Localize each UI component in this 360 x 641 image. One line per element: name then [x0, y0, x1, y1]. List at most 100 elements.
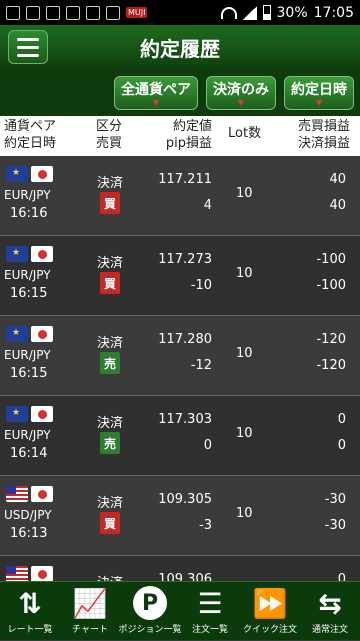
history-list[interactable]: EUR/JPY 16:16 決済 117.211 4 10 40 40 買 EUR/JPY 16:1… — [0, 156, 360, 581]
us-flag-icon — [6, 566, 28, 581]
trade-profit-loss: 0 — [337, 572, 346, 581]
jp-flag-icon — [31, 406, 53, 422]
currency-pair-filter[interactable]: 全通貨ペア ▼ — [114, 76, 198, 110]
currency-pair: EUR/JPY — [4, 268, 51, 282]
pip-profit-loss: 4 — [203, 198, 212, 213]
execution-time: 16:15 — [10, 286, 48, 301]
execution-price: 117.273 — [158, 252, 212, 267]
trade-profit-loss: 40 — [329, 172, 346, 187]
table-row[interactable]: USD/JPY 16:13 決済 109.305 -3 10 -30 -30 買 — [0, 476, 360, 556]
header-pips: pip損益 — [165, 136, 212, 151]
table-row[interactable]: 決済 109.306 0 — [0, 556, 360, 581]
execution-price: 117.303 — [158, 412, 212, 427]
quick-order-icon: ⏩ — [252, 586, 288, 620]
jp-flag-icon — [31, 166, 53, 182]
eu-flag-icon — [6, 406, 28, 422]
buy-sell-badge: 買 — [100, 192, 120, 214]
battery-icon — [262, 5, 271, 20]
tab-quick-order[interactable]: ⏩ クイック注文 — [241, 582, 299, 641]
currency-flags — [6, 326, 53, 342]
lot-count: 10 — [236, 346, 253, 361]
menu-button[interactable] — [8, 30, 48, 64]
header-price: 約定値 — [172, 119, 212, 134]
table-row[interactable]: EUR/JPY 16:16 決済 117.211 4 10 40 40 買 — [0, 156, 360, 236]
currency-flags — [6, 406, 53, 422]
table-row[interactable]: EUR/JPY 16:15 決済 117.273 -10 10 -100 -100 買 — [0, 236, 360, 316]
currency-flags — [6, 486, 53, 502]
tab-position[interactable]: P ポジション一覧 — [119, 582, 182, 641]
table-row[interactable]: EUR/JPY 16:14 決済 117.303 0 10 0 0 売 — [0, 396, 360, 476]
rate-list-icon: ⇅ — [18, 586, 42, 620]
eu-flag-icon — [6, 326, 28, 342]
pip-profit-loss: -12 — [190, 358, 212, 373]
pip-profit-loss: 0 — [203, 438, 212, 453]
execution-price: 117.211 — [158, 172, 212, 187]
muji-badge: MUJI — [126, 7, 148, 18]
order-list-icon: ☰ — [197, 586, 223, 620]
filter-bar: 全通貨ペア ▼ 決済のみ ▼ 約定日時 ▼ — [0, 70, 360, 116]
signal-icon — [242, 5, 257, 20]
sync-icon — [106, 5, 120, 20]
execution-time: 16:14 — [10, 446, 48, 461]
us-flag-icon — [6, 486, 28, 502]
wifi-icon — [220, 6, 237, 19]
mail-icon-2 — [86, 5, 100, 20]
dropdown-arrow-icon: ▼ — [237, 98, 245, 107]
status-bar: MUJI 30% 17:05 — [0, 0, 360, 25]
header-trade-pl: 売買損益 — [297, 119, 350, 134]
execution-time: 16:15 — [10, 366, 48, 381]
sort-filter[interactable]: 約定日時 ▼ — [284, 76, 354, 110]
lot-count: 10 — [236, 426, 253, 441]
tab-label: 通常注文 — [311, 625, 348, 635]
plus-icon — [6, 5, 20, 20]
settlement-profit-loss: 40 — [329, 198, 346, 213]
currency-pair: EUR/JPY — [4, 188, 51, 202]
tab-chart[interactable]: 📈 チャート — [61, 582, 119, 641]
page-title: 約定履歴 — [140, 37, 220, 61]
tab-label: チャート — [72, 625, 108, 635]
app-icon — [46, 5, 60, 20]
currency-pair: USD/JPY — [4, 508, 52, 522]
battery-percent: 30% — [276, 4, 308, 21]
settlement-profit-loss: -100 — [316, 278, 346, 293]
menu-icon-bar — [17, 45, 39, 49]
execution-time: 16:13 — [10, 526, 48, 541]
settlement-profit-loss: -30 — [324, 518, 346, 533]
header-date: 約定日時 — [4, 136, 57, 151]
trade-profit-loss: 0 — [337, 412, 346, 427]
filter-label: 決済のみ — [213, 82, 269, 98]
trade-category: 決済 — [97, 496, 124, 511]
tab-label: レート一覧 — [7, 625, 53, 635]
buy-sell-badge: 買 — [100, 272, 120, 294]
lot-count: 10 — [236, 506, 253, 521]
trade-profit-loss: -100 — [316, 252, 346, 267]
trade-category: 決済 — [97, 416, 124, 431]
execution-price: 109.305 — [158, 492, 212, 507]
trade-category: 決済 — [97, 176, 124, 191]
trade-category: 決済 — [97, 256, 124, 271]
jp-flag-icon — [31, 566, 53, 581]
jp-flag-icon — [31, 486, 53, 502]
image-icon — [26, 5, 40, 20]
eu-flag-icon — [6, 166, 28, 182]
notification-icons: MUJI — [6, 5, 148, 20]
dropdown-arrow-icon: ▼ — [315, 98, 323, 107]
table-row[interactable]: EUR/JPY 16:15 決済 117.280 -12 10 -120 -120 売 — [0, 316, 360, 396]
tab-order-list[interactable]: ☰ 注文一覧 — [181, 582, 239, 641]
pip-profit-loss: -3 — [199, 518, 212, 533]
pip-profit-loss: -10 — [190, 278, 212, 293]
eu-flag-icon — [6, 246, 28, 262]
title-bar: 約定履歴 — [0, 25, 360, 70]
tab-rate-list[interactable]: ⇅ レート一覧 — [1, 582, 59, 641]
mail-icon — [66, 5, 80, 20]
settlement-filter[interactable]: 決済のみ ▼ — [206, 76, 276, 110]
header-settle-pl: 決済損益 — [297, 136, 350, 151]
jp-flag-icon — [31, 326, 53, 342]
currency-flags — [6, 246, 53, 262]
bottom-tab-bar: ⇅ レート一覧 📈 チャート P ポジション一覧 ☰ 注文一覧 ⏩ クイック注文 ⇆ 通常注文 — [0, 581, 360, 640]
trade-profit-loss: -30 — [324, 492, 346, 507]
tab-normal-order[interactable]: ⇆ 通常注文 — [301, 582, 359, 641]
header-pair: 通貨ペア — [4, 119, 57, 134]
settlement-profit-loss: 0 — [337, 438, 346, 453]
execution-time: 16:16 — [10, 206, 48, 221]
